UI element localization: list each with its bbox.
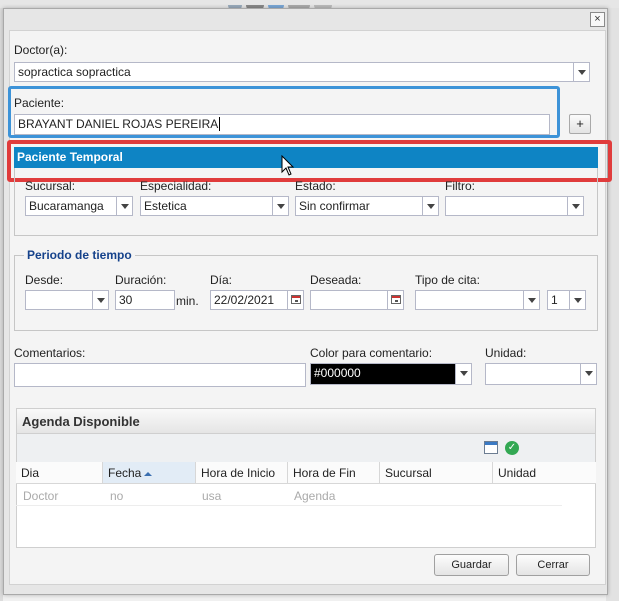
column-header-hora-inicio[interactable]: Hora de Inicio xyxy=(196,462,288,484)
tipo-cita-count-chevron-down-icon[interactable] xyxy=(569,291,585,309)
tipo-cita-select[interactable] xyxy=(415,290,540,310)
paciente-label: Paciente: xyxy=(14,96,65,110)
table-row[interactable] xyxy=(16,484,562,506)
dia-date-field[interactable]: 22/02/2021 xyxy=(210,290,304,310)
column-header-fecha-label: Fecha xyxy=(108,466,142,480)
row-cell-fecha: no xyxy=(110,489,124,503)
sort-ascending-icon xyxy=(144,471,153,476)
tipo-cita-label: Tipo de cita: xyxy=(415,273,480,287)
doctor-dropdown-chevron-down-icon[interactable] xyxy=(573,63,589,81)
duracion-input[interactable]: 30 xyxy=(115,290,175,310)
doctor-value: sopractica sopractica xyxy=(18,65,131,79)
text-caret xyxy=(219,117,221,131)
deseada-label: Deseada: xyxy=(310,273,362,287)
duracion-unit: min. xyxy=(176,294,199,308)
especialidad-select[interactable]: Estetica xyxy=(140,196,289,216)
color-comentario-label: Color para comentario: xyxy=(310,346,433,360)
duracion-label: Duración: xyxy=(115,273,167,287)
dia-value: 22/02/2021 xyxy=(214,293,275,307)
background-toolbar-icons xyxy=(228,0,408,11)
unidad-chevron-down-icon[interactable] xyxy=(580,364,596,384)
estado-value: Sin confirmar xyxy=(299,199,370,213)
agenda-header: Agenda Disponible xyxy=(16,408,596,434)
close-icon[interactable]: × xyxy=(590,12,605,27)
sucursal-select[interactable]: Bucaramanga xyxy=(25,196,133,216)
add-paciente-button[interactable]: + xyxy=(569,114,591,134)
column-header-fecha[interactable]: Fecha xyxy=(103,462,196,484)
column-header-hora-fin[interactable]: Hora de Fin xyxy=(288,462,380,484)
cerrar-button[interactable]: Cerrar xyxy=(516,554,590,576)
agenda-check-icon[interactable]: ✓ xyxy=(505,441,519,455)
especialidad-value: Estetica xyxy=(144,199,187,213)
comentarios-label: Comentarios: xyxy=(14,346,86,360)
doctor-select[interactable]: sopractica sopractica xyxy=(14,62,590,82)
sucursal-label: Sucursal: xyxy=(25,179,76,193)
especialidad-chevron-down-icon[interactable] xyxy=(272,197,288,215)
desde-chevron-down-icon[interactable] xyxy=(92,291,108,309)
estado-chevron-down-icon[interactable] xyxy=(422,197,438,215)
guardar-button[interactable]: Guardar xyxy=(434,554,509,576)
filtro-label: Filtro: xyxy=(445,179,475,193)
paciente-value: BRAYANT DANIEL ROJAS PEREIRA xyxy=(18,117,219,131)
unidad-select[interactable] xyxy=(485,363,597,385)
deseada-date-field[interactable] xyxy=(310,290,404,310)
estado-select[interactable]: Sin confirmar xyxy=(295,196,439,216)
dia-label: Día: xyxy=(210,273,233,287)
deseada-calendar-icon[interactable] xyxy=(387,291,403,309)
desde-label: Desde: xyxy=(25,273,64,287)
tipo-cita-count-select[interactable]: 1 xyxy=(547,290,586,310)
doctor-label: Doctor(a): xyxy=(14,43,68,57)
filtro-chevron-down-icon[interactable] xyxy=(567,197,583,215)
dia-calendar-icon[interactable] xyxy=(287,291,303,309)
tipo-cita-count-value: 1 xyxy=(551,293,558,307)
paciente-temporal-header[interactable]: Paciente Temporal xyxy=(14,147,598,168)
especialidad-label: Especialidad: xyxy=(140,179,212,193)
column-header-sucursal[interactable]: Sucursal xyxy=(380,462,493,484)
color-comentario-value: #000000 xyxy=(314,366,361,380)
tipo-cita-chevron-down-icon[interactable] xyxy=(523,291,539,309)
color-comentario-picker[interactable]: #000000 xyxy=(310,363,472,385)
periodo-legend: Periodo de tiempo xyxy=(24,248,135,262)
row-cell-dia: Doctor xyxy=(23,489,59,503)
row-cell-hora-fin: Agenda xyxy=(294,489,336,503)
paciente-input[interactable]: BRAYANT DANIEL ROJAS PEREIRA xyxy=(14,114,550,135)
sucursal-chevron-down-icon[interactable] xyxy=(116,197,132,215)
comentarios-input[interactable] xyxy=(14,363,306,387)
unidad-label: Unidad: xyxy=(485,346,527,360)
estado-label: Estado: xyxy=(295,179,336,193)
column-header-unidad[interactable]: Unidad xyxy=(493,462,596,484)
column-header-dia[interactable]: Dia xyxy=(16,462,103,484)
color-chevron-down-icon[interactable] xyxy=(455,364,471,384)
desde-select[interactable] xyxy=(25,290,109,310)
agenda-calendar-icon[interactable] xyxy=(484,441,498,454)
filtro-select[interactable] xyxy=(445,196,584,216)
row-cell-hora-inicio: usa xyxy=(202,489,222,503)
sucursal-value: Bucaramanga xyxy=(29,199,104,213)
